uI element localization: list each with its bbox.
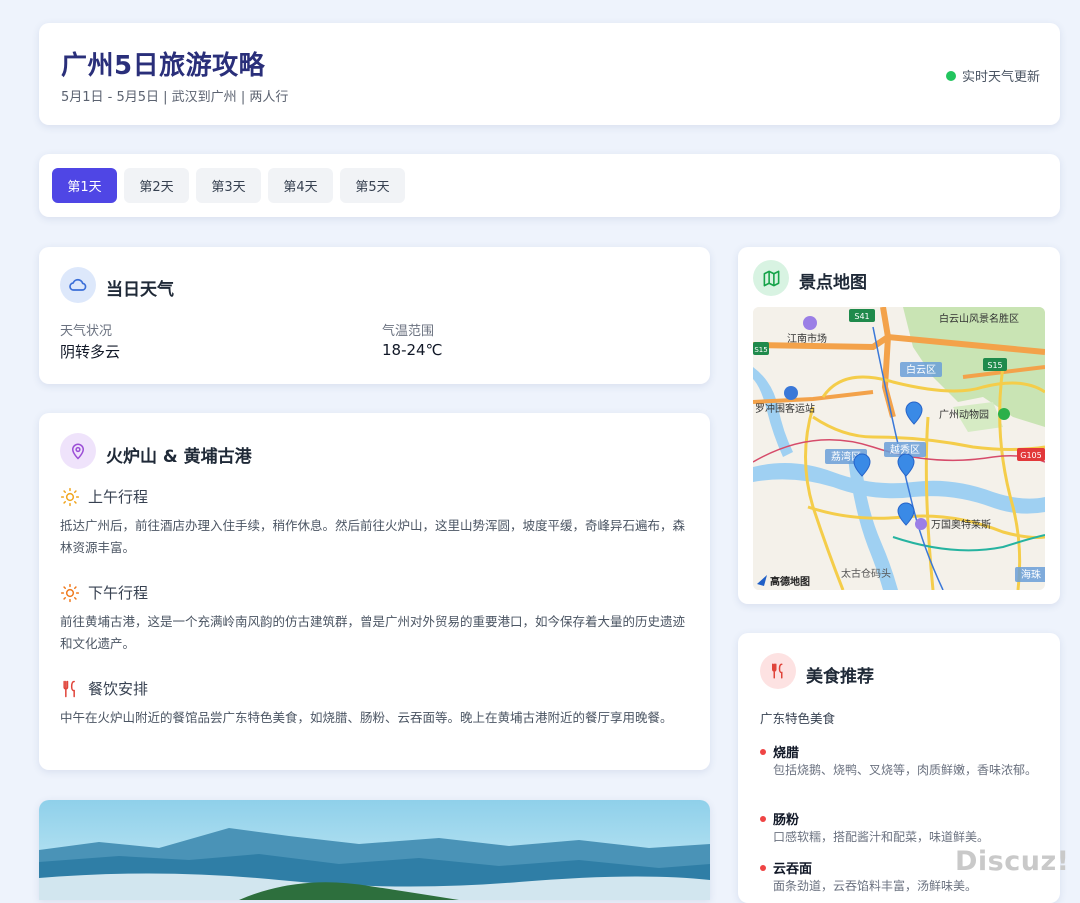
list-item: 烧腊 包括烧鹅、烧鸭、叉烧等，肉质鲜嫩，香味浓郁。 [760,742,1040,779]
live-status-label: 实时天气更新 [961,70,1040,85]
meal-text: 中午在火炉山附近的餐馆品尝广东特色美食，如烧腊、肠粉、云吞面等。晚上在黄埔古港附… [60,710,673,725]
status-dot-icon [945,70,956,81]
meal-title: 餐饮安排 [88,680,149,698]
condition-value: 阴转多云 [60,343,121,361]
location-pin-icon [60,433,96,469]
day-tabs: 第1天 第2天 第3天 第4天 第5天 [52,168,405,203]
sun-icon [60,583,80,602]
map-label-wanguo: 万国奥特莱斯 [931,518,991,531]
map-brand-logo: 高德地图 [770,575,810,588]
food-name: 烧腊 [773,746,800,761]
map-road-s15a: S15 [754,346,767,354]
meal-section-heading: 餐饮安排 [60,678,148,699]
temp-value: 18-24℃ [382,341,443,359]
map-label-jiangnan: 江南市场 [787,332,827,345]
food-title: 美食推荐 [806,667,874,687]
map-label-haizhu: 海珠 [1021,568,1041,581]
tab-day-3[interactable]: 第3天 [196,168,261,203]
cloud-icon [60,267,96,303]
list-item: 肠粉 口感软糯，搭配酱汁和配菜，味道鲜美。 [760,809,1040,846]
attraction-map[interactable]: 白云区 越秀区 荔湾区 海珠 S41 S15 S15 G105 江南市场 白云山… [753,307,1045,590]
morning-title: 上午行程 [88,488,149,506]
afternoon-title: 下午行程 [88,584,149,602]
header-card: 广州5日旅游攻略 5月1日 - 5月5日 | 武汉到广州 | 两人行 实时天气更… [39,23,1060,125]
morning-text: 抵达广州后，前往酒店办理入住手续，稍作休息。然后前往火炉山，这里山势浑圆，坡度平… [60,518,686,555]
discuz-watermark: Discuz! [955,846,1070,877]
food-subtitle: 广东特色美食 [760,711,836,726]
day-tabs-card: 第1天 第2天 第3天 第4天 第5天 [39,154,1060,217]
map-label-baiyunshan: 白云山风景名胜区 [939,312,1019,325]
weather-card: 当日天气 天气状况 阴转多云 气温范围 18-24℃ [39,247,710,384]
condition-label: 天气状况 [60,324,113,339]
map-label-zoo: 广州动物园 [939,408,989,421]
itinerary-card: 火炉山 & 黄埔古港 上午行程 抵达广州后，前往酒店办理入住手续，稍作休息。然后… [39,413,710,770]
food-name: 云吞面 [773,862,813,877]
tab-day-1[interactable]: 第1天 [52,168,117,203]
morning-section-heading: 上午行程 [60,486,148,507]
map-road-s41: S41 [854,312,869,321]
trip-summary: 5月1日 - 5月5日 | 武汉到广州 | 两人行 [61,90,289,105]
map-label-baiyunqu: 白云区 [906,363,936,376]
map-icon [753,260,789,296]
map-label-taigu: 太古仓码头 [841,567,891,580]
tab-day-2[interactable]: 第2天 [124,168,189,203]
map-road-g105: G105 [1020,451,1041,460]
itinerary-title: 火炉山 & 黄埔古港 [106,447,252,467]
afternoon-section-heading: 下午行程 [60,582,148,603]
map-card: 景点地图 白云区 越秀区 荔湾区 海珠 S41 S15 S15 G105 江南市… [738,247,1060,604]
sun-icon [60,487,80,506]
food-name: 肠粉 [773,813,800,828]
scenic-mountain-photo [39,800,710,900]
tab-day-4[interactable]: 第4天 [268,168,333,203]
food-desc: 包括烧鹅、烧鸭、叉烧等，肉质鲜嫩，香味浓郁。 [773,763,1038,777]
bullet-icon [760,864,766,871]
food-desc: 口感软糯，搭配酱汁和配菜，味道鲜美。 [773,830,990,844]
map-label-luochong: 罗冲围客运站 [755,402,815,415]
map-title: 景点地图 [799,273,867,293]
food-desc: 面条劲道，云吞馅料丰富，汤鲜味美。 [773,879,978,893]
map-road-s15b: S15 [987,361,1002,370]
temp-label: 气温范围 [382,324,435,339]
utensils-icon [760,653,796,689]
utensils-icon [63,680,75,697]
tab-day-5[interactable]: 第5天 [340,168,405,203]
bullet-icon [760,748,766,755]
live-weather-status: 实时天气更新 [945,66,1040,85]
afternoon-text: 前往黄埔古港，这是一个充满岭南风韵的仿古建筑群，曾是广州对外贸易的重要港口，如今… [60,614,686,651]
weather-title: 当日天气 [106,280,174,300]
page-title: 广州5日旅游攻略 [61,51,266,81]
bullet-icon [760,815,766,822]
